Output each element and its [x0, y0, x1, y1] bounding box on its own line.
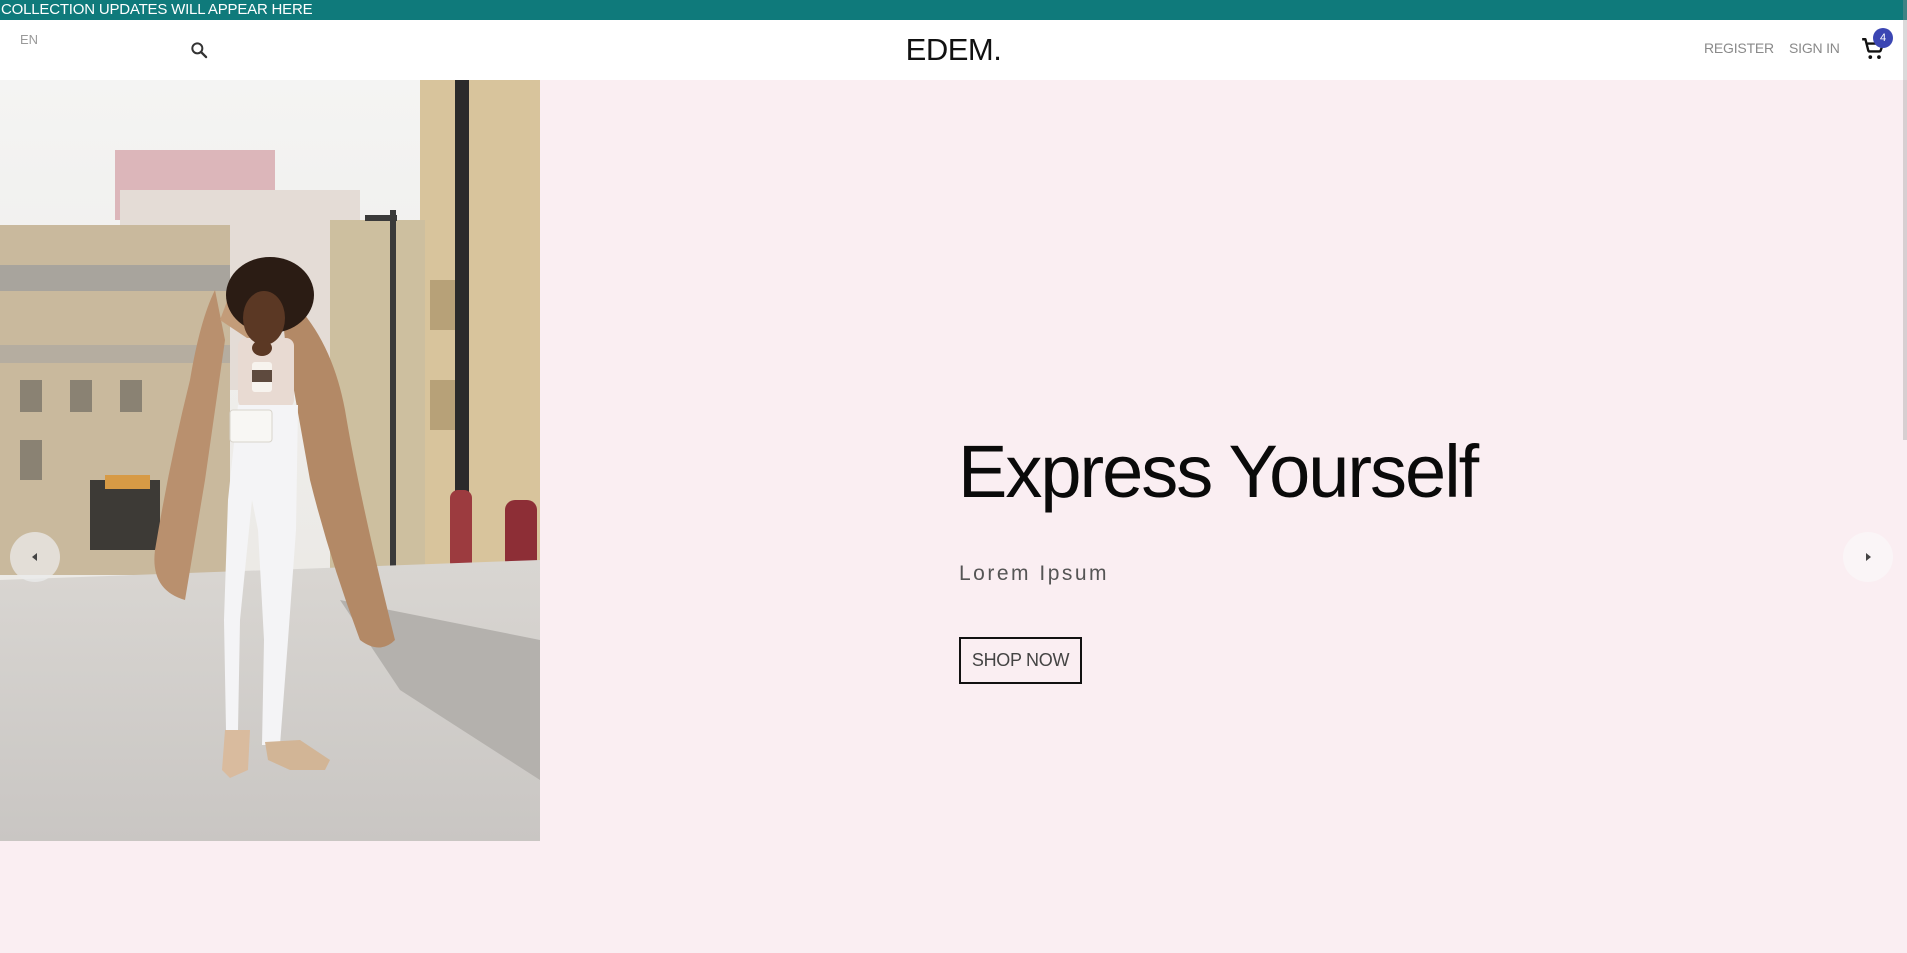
chevron-right-icon [1866, 553, 1871, 561]
hero-subtitle: Lorem Ipsum [959, 562, 1110, 585]
cart-count-badge: 4 [1873, 28, 1893, 48]
site-header: EN EDEM. REGISTER SIGN IN 4 [0, 20, 1907, 80]
sign-in-link[interactable]: SIGN IN [1789, 40, 1840, 56]
hero-title: Express Yourself [958, 430, 1479, 513]
carousel-next-button[interactable] [1843, 532, 1893, 582]
search-icon [191, 42, 208, 59]
brand-logo-wrap: EDEM. [0, 32, 1907, 68]
register-link[interactable]: REGISTER [1704, 40, 1774, 56]
page-scrollbar[interactable] [1903, 0, 1907, 440]
announcement-bar: COLLECTION UPDATES WILL APPEAR HERE [0, 0, 1907, 20]
hero-photo-illustration [0, 80, 540, 841]
search-button[interactable] [186, 37, 212, 63]
brand-logo[interactable]: EDEM. [906, 32, 1002, 67]
hero-carousel: Express Yourself Lorem Ipsum SHOP NOW [0, 80, 1907, 953]
language-selector[interactable]: EN [20, 32, 38, 47]
announcement-text: COLLECTION UPDATES WILL APPEAR HERE [1, 1, 313, 18]
carousel-prev-button[interactable] [10, 532, 60, 582]
shop-now-button[interactable]: SHOP NOW [959, 637, 1082, 684]
chevron-left-icon [32, 553, 37, 561]
hero-image [0, 80, 540, 841]
